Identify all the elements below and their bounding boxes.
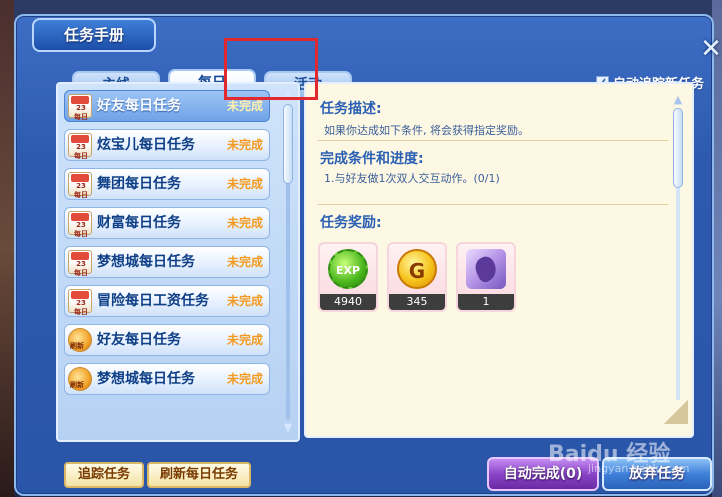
scroll-up-icon[interactable]: ▲ bbox=[672, 94, 684, 106]
task-name: 梦想城每日任务 bbox=[97, 254, 195, 270]
task-list-item[interactable]: 刷新 梦想城每日任务 未完成 bbox=[64, 363, 270, 395]
task-name: 梦想城每日任务 bbox=[97, 371, 195, 387]
calendar-icon: 23 每日 bbox=[68, 289, 92, 316]
refresh-icon: 刷新 bbox=[68, 328, 92, 352]
task-name: 炫宝儿每日任务 bbox=[97, 137, 195, 153]
task-name: 财富每日任务 bbox=[97, 215, 181, 231]
task-status: 未完成 bbox=[226, 99, 263, 113]
auto-complete-button[interactable]: 自动完成(0) bbox=[487, 457, 599, 491]
calendar-icon: 23 每日 bbox=[68, 250, 92, 277]
calendar-icon: 23 每日 bbox=[68, 133, 92, 160]
background-left bbox=[0, 0, 14, 497]
scroll-thumb[interactable] bbox=[673, 108, 683, 188]
task-status: 未完成 bbox=[226, 372, 263, 386]
task-name: 好友每日任务 bbox=[97, 98, 181, 114]
abandon-task-button[interactable]: 放弃任务 bbox=[602, 457, 712, 491]
gold-icon: G bbox=[397, 249, 437, 289]
task-status: 未完成 bbox=[226, 294, 263, 308]
description-text: 如果你达成如下条件, 将会获得指定奖励。 bbox=[324, 124, 529, 137]
reward-qty: 1 bbox=[458, 294, 514, 310]
reward-title: 任务奖励: bbox=[320, 215, 382, 231]
detail-scrollbar[interactable]: ▲ ▼ bbox=[672, 94, 684, 416]
scroll-down-icon[interactable]: ▼ bbox=[282, 422, 294, 434]
item-icon bbox=[466, 249, 506, 289]
task-status: 未完成 bbox=[226, 255, 263, 269]
task-detail-panel: 任务描述: 如果你达成如下条件, 将会获得指定奖励。 完成条件和进度: 1.与好… bbox=[304, 82, 694, 438]
close-icon[interactable]: ✕ bbox=[698, 36, 722, 62]
task-list-item[interactable]: 23 每日 梦想城每日任务 未完成 bbox=[64, 246, 270, 278]
task-list-item[interactable]: 刷新 好友每日任务 未完成 bbox=[64, 324, 270, 356]
task-list-item[interactable]: 23 每日 冒险每日工资任务 未完成 bbox=[64, 285, 270, 317]
task-status: 未完成 bbox=[226, 333, 263, 347]
task-list-panel: 23 每日 好友每日任务 未完成 23 每日 炫宝儿每日任务 未完成 23 每日… bbox=[56, 82, 300, 442]
reward-exp[interactable]: EXP 4940 bbox=[318, 242, 378, 312]
refresh-icon: 刷新 bbox=[68, 367, 92, 391]
window-title: 任务手册 bbox=[32, 18, 156, 52]
reward-qty: 345 bbox=[389, 294, 445, 310]
reward-qty: 4940 bbox=[320, 294, 376, 310]
reward-gold[interactable]: G 345 bbox=[387, 242, 447, 312]
task-name: 舞团每日任务 bbox=[97, 176, 181, 192]
scroll-down-icon[interactable]: ▼ bbox=[672, 404, 684, 416]
calendar-icon: 23 每日 bbox=[68, 211, 92, 238]
reward-item[interactable]: 1 bbox=[456, 242, 516, 312]
calendar-icon: 23 每日 bbox=[68, 172, 92, 199]
refresh-daily-button[interactable]: 刷新每日任务 bbox=[147, 462, 251, 488]
task-list-item[interactable]: 23 每日 炫宝儿每日任务 未完成 bbox=[64, 129, 270, 161]
description-title: 任务描述: bbox=[320, 101, 382, 117]
condition-text: 1.与好友做1次双人交互动作。(0/1) bbox=[324, 172, 500, 185]
task-status: 未完成 bbox=[226, 138, 263, 152]
task-list-item[interactable]: 23 每日 财富每日任务 未完成 bbox=[64, 207, 270, 239]
task-name: 冒险每日工资任务 bbox=[97, 293, 209, 309]
task-status: 未完成 bbox=[226, 216, 263, 230]
scroll-up-icon[interactable]: ▲ bbox=[282, 90, 294, 102]
exp-icon: EXP bbox=[328, 249, 368, 289]
task-list-item[interactable]: 23 每日 好友每日任务 未完成 bbox=[64, 90, 270, 122]
task-status: 未完成 bbox=[226, 177, 263, 191]
task-list-scrollbar[interactable]: ▲ ▼ bbox=[282, 90, 294, 434]
condition-title: 完成条件和进度: bbox=[320, 151, 424, 167]
track-task-button[interactable]: 追踪任务 bbox=[64, 462, 144, 488]
scroll-thumb[interactable] bbox=[283, 104, 293, 184]
task-name: 好友每日任务 bbox=[97, 332, 181, 348]
task-list-item[interactable]: 23 每日 舞团每日任务 未完成 bbox=[64, 168, 270, 200]
calendar-icon: 23 每日 bbox=[68, 94, 92, 121]
